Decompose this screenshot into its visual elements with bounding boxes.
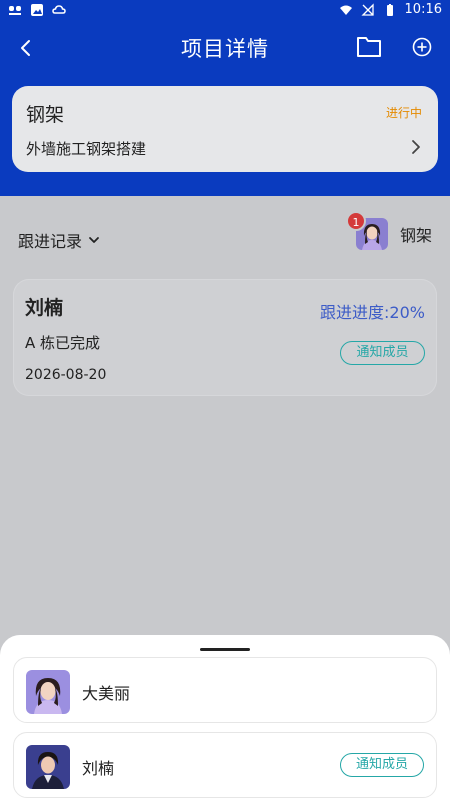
chevron-down-icon: [89, 237, 99, 243]
member-avatar-wrap: 1: [345, 211, 388, 250]
avatar: [26, 745, 70, 789]
header: 项目详情: [0, 28, 450, 68]
member-name: 钢架: [399, 226, 432, 245]
project-card[interactable]: 钢架 进行中 外墙施工钢架搭建: [12, 86, 438, 172]
add-circle-icon[interactable]: [411, 36, 433, 58]
notification-badge: 1: [345, 211, 366, 231]
record-content: A 栋已完成: [25, 334, 101, 352]
followup-label: 跟进记录: [18, 232, 83, 251]
project-name: 钢架: [26, 104, 65, 126]
followup-record-card[interactable]: 刘楠 跟进进度:20% A 栋已完成 2026-08-20 通知成员: [13, 279, 437, 396]
signal-off-icon: [360, 2, 374, 16]
image-icon: [31, 4, 43, 16]
record-date: 2026-08-20: [25, 367, 107, 383]
chevron-right-icon: [412, 140, 420, 154]
cloud-icon: [52, 5, 66, 14]
status-time: 10:16: [404, 2, 442, 17]
app-icon: [9, 6, 21, 15]
followup-dropdown[interactable]: 跟进记录: [18, 228, 100, 252]
record-progress: 跟进进度:20%: [320, 303, 425, 322]
notify-members-button[interactable]: 通知成员: [340, 753, 424, 777]
sheet-handle[interactable]: [200, 648, 250, 651]
member-name: 大美丽: [82, 684, 131, 703]
member-filter[interactable]: 1 钢架: [345, 211, 432, 250]
member-name: 刘楠: [82, 759, 115, 778]
list-item[interactable]: 大美丽: [13, 657, 437, 723]
notify-members-button[interactable]: 通知成员: [340, 341, 425, 365]
record-author: 刘楠: [25, 297, 64, 319]
status-badge: 进行中: [385, 106, 422, 120]
member-bottom-sheet: 大美丽 刘楠 通知成员: [0, 635, 450, 800]
battery-icon: [386, 3, 393, 16]
wifi-icon: [339, 5, 352, 15]
status-bar: 10:16: [0, 0, 450, 22]
list-item[interactable]: 刘楠 通知成员: [13, 732, 437, 798]
project-description: 外墙施工钢架搭建: [26, 140, 147, 158]
folder-icon[interactable]: [355, 34, 383, 60]
avatar: [26, 670, 70, 714]
